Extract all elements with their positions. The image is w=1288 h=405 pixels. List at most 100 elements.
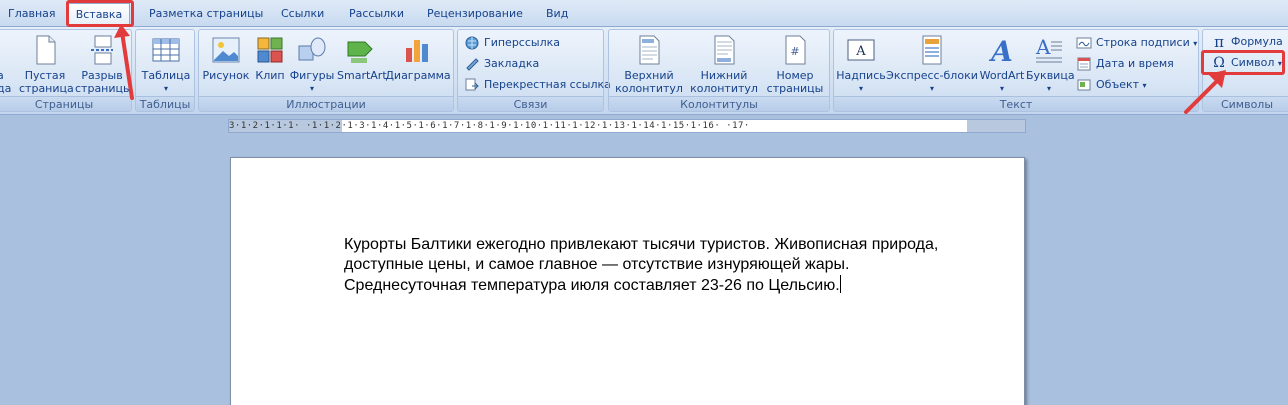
header-label-1: Верхний	[624, 69, 674, 82]
footer-label-1: Нижний	[700, 69, 748, 82]
shapes-label: Фигуры	[289, 69, 335, 82]
cross-reference-button[interactable]: Перекрестная ссылка	[464, 76, 611, 94]
group-tables-label: Таблицы	[136, 96, 194, 111]
ribbon: а да ▾ Пустая страница Разрыв страницы С…	[0, 27, 1288, 115]
globe-link-icon	[465, 36, 479, 50]
group-tables: Таблица ▾ Таблицы	[135, 29, 195, 112]
equation-label: Формула	[1231, 35, 1283, 48]
cross-reference-icon	[465, 78, 479, 91]
equation-button[interactable]: π Формула	[1211, 33, 1283, 51]
wordart-label: WordArt	[979, 69, 1025, 82]
table-icon	[152, 38, 180, 62]
drop-cap-button[interactable]: A Буквица ▾	[1026, 34, 1075, 95]
group-links: Гиперссылка Закладка Перекрестная ссылка…	[457, 29, 611, 112]
document-page[interactable]: Курорты Балтики ежегодно привлекают тыся…	[230, 157, 1025, 405]
footer-icon	[714, 35, 735, 65]
textbox-button[interactable]: A Надпись ▾	[836, 34, 886, 95]
smartart-label: SmartArt	[337, 69, 387, 82]
chart-button[interactable]: Диаграмма	[385, 34, 451, 82]
text-cursor	[839, 275, 841, 293]
group-symbols-label: Символы	[1203, 96, 1288, 111]
wordart-icon: A	[988, 35, 1013, 66]
quick-parts-label: Экспресс-блоки	[886, 69, 978, 82]
textbox-label: Надпись	[836, 69, 886, 82]
shapes-icon	[298, 37, 326, 61]
date-time-label: Дата и время	[1096, 57, 1174, 70]
page-number-label-2: страницы	[766, 82, 824, 95]
svg-text:#: #	[790, 45, 799, 58]
group-header-footer: Верхний колонтитул ▾ Нижний колонтитул ▾…	[608, 29, 830, 112]
table-button[interactable]: Таблица ▾	[140, 34, 192, 95]
chart-label: Диаграмма	[385, 69, 451, 82]
horizontal-ruler[interactable]: 3·1·2·1·1·1· ·1·1·2·1·3·1·4·1·5·1·6·1·7·…	[228, 119, 1026, 133]
wordart-button[interactable]: A WordArt ▾	[978, 34, 1026, 95]
svg-text:A: A	[1035, 35, 1051, 59]
signature-line-button[interactable]: Строка подписи ▾	[1076, 34, 1197, 52]
symbol-button-highlight	[1201, 50, 1285, 75]
bookmark-icon	[466, 58, 479, 71]
group-pages-label: Страницы	[0, 96, 131, 111]
page-break-label-2: страницы	[75, 82, 132, 95]
table-dropdown-icon: ▾	[163, 84, 168, 93]
drop-cap-label: Буквица	[1026, 69, 1075, 82]
group-illustrations: Рисунок Клип Фигуры ▾ SmartArt Диаграмма…	[198, 29, 454, 112]
bookmark-label: Закладка	[484, 57, 540, 70]
tab-home[interactable]: Главная	[6, 3, 58, 27]
tab-references[interactable]: Ссылки	[279, 3, 326, 27]
quick-parts-icon	[922, 35, 942, 65]
page-number-icon: #	[785, 35, 806, 65]
group-illustrations-label: Иллюстрации	[199, 96, 453, 111]
hyperlink-button[interactable]: Гиперссылка	[464, 34, 560, 52]
document-paragraph-text: Курорты Балтики ежегодно привлекают тыся…	[344, 236, 939, 294]
page-break-button[interactable]: Разрыв страницы	[75, 34, 132, 95]
table-label: Таблица	[141, 69, 191, 82]
svg-text:A: A	[988, 35, 1013, 66]
shapes-button[interactable]: Фигуры ▾	[289, 34, 335, 95]
svg-text:A: A	[855, 44, 866, 59]
ribbon-tab-bar: Главная Вставка Разметка страницы Ссылки…	[0, 0, 1288, 27]
page-break-icon	[91, 35, 113, 65]
hyperlink-label: Гиперссылка	[484, 36, 560, 49]
pi-icon: π	[1214, 33, 1224, 51]
smartart-button[interactable]: SmartArt	[337, 34, 387, 82]
quick-parts-button[interactable]: Экспресс-блоки ▾	[886, 34, 978, 95]
blank-page-label-1: Пустая	[24, 69, 66, 82]
quick-parts-dropdown-icon: ▾	[929, 84, 934, 93]
tab-view[interactable]: Вид	[544, 3, 570, 27]
document-paragraph[interactable]: Курорты Балтики ежегодно привлекают тыся…	[344, 235, 964, 296]
clipart-button[interactable]: Клип	[253, 34, 287, 82]
blank-page-button[interactable]: Пустая страница	[19, 34, 74, 95]
cover-page-label-1: а	[0, 69, 4, 82]
shapes-dropdown-icon: ▾	[309, 84, 314, 93]
calendar-icon	[1077, 57, 1091, 71]
signature-line-icon	[1076, 37, 1092, 49]
picture-label: Рисунок	[202, 69, 250, 82]
picture-button[interactable]: Рисунок	[201, 34, 251, 82]
cross-reference-label: Перекрестная ссылка	[484, 78, 611, 91]
document-area[interactable]: Курорты Балтики ежегодно привлекают тыся…	[0, 136, 1288, 405]
date-time-button[interactable]: Дата и время	[1076, 55, 1174, 73]
ruler-area: 3·1·2·1·1·1· ·1·1·2·1·3·1·4·1·5·1·6·1·7·…	[0, 116, 1288, 136]
group-text: A Надпись ▾ Экспресс-блоки ▾ A WordArt ▾…	[833, 29, 1199, 112]
drop-cap-dropdown-icon: ▾	[1046, 84, 1051, 93]
textbox-dropdown-icon: ▾	[858, 84, 863, 93]
page-number-label-1: Номер	[776, 69, 814, 82]
drop-cap-icon: A	[1035, 35, 1062, 63]
clipart-label: Клип	[255, 69, 285, 82]
wordart-dropdown-icon: ▾	[999, 84, 1004, 93]
tab-review[interactable]: Рецензирование	[425, 3, 525, 27]
tab-mailings[interactable]: Рассылки	[347, 3, 406, 27]
ruler-scale: 3·1·2·1·1·1· ·1·1·2·1·3·1·4·1·5·1·6·1·7·…	[229, 121, 750, 131]
bookmark-button[interactable]: Закладка	[464, 55, 539, 73]
insert-tab-highlight	[66, 0, 134, 27]
group-text-label: Текст	[834, 96, 1198, 111]
textbox-icon: A	[847, 39, 875, 61]
tab-page-layout[interactable]: Разметка страницы	[147, 3, 265, 27]
group-header-footer-label: Колонтитулы	[609, 96, 829, 111]
blank-page-icon	[36, 35, 56, 65]
clipart-icon	[257, 37, 283, 63]
object-button[interactable]: Объект ▾	[1076, 76, 1147, 94]
picture-icon	[212, 37, 240, 63]
chart-icon	[406, 40, 428, 62]
header-label-2: колонтитул	[615, 82, 683, 95]
